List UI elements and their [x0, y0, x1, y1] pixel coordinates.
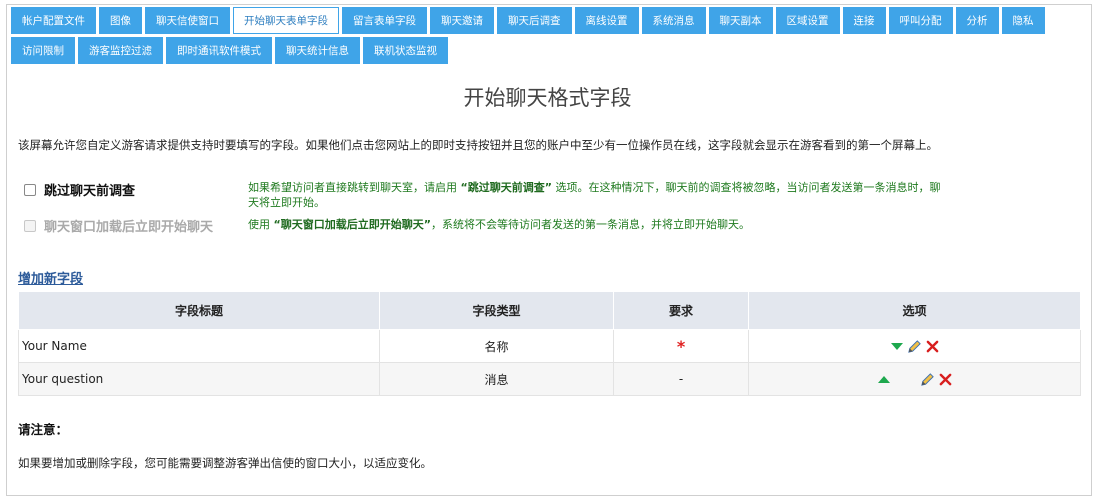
start-on-load-checkbox	[24, 219, 36, 232]
header-field-title: 字段标题	[18, 291, 380, 330]
tab-images[interactable]: 图像	[99, 7, 142, 34]
note-text: 如果要增加或删除字段，您可能需要调整游客弹出信使的窗口大小，以适应变化。	[18, 456, 432, 470]
table-header-row: 字段标题 字段类型 要求 选项	[18, 291, 1081, 330]
tab-postchat-survey[interactable]: 聊天后调查	[497, 7, 572, 34]
tab-system-messages[interactable]: 系统消息	[641, 7, 706, 34]
page-title: 开始聊天格式字段	[463, 86, 632, 110]
tab-message-fields[interactable]: 留言表单字段	[342, 7, 427, 34]
table-row: Your question 消息 -	[18, 362, 1081, 396]
delete-icon[interactable]	[939, 373, 952, 386]
settings-panel	[6, 4, 1092, 496]
start-on-load-label: 聊天窗口加载后立即开始聊天	[44, 220, 214, 235]
skip-survey-label: 跳过聊天前调查	[44, 184, 136, 199]
start-on-load-option: 聊天窗口加载后立即开始聊天	[24, 216, 213, 235]
table-row: Your Name 名称 *	[18, 329, 1081, 363]
tab-chat-stats[interactable]: 聊天统计信息	[275, 37, 360, 64]
header-required: 要求	[613, 291, 749, 330]
move-up-icon[interactable]	[877, 375, 890, 383]
options-cell	[748, 362, 1081, 396]
required-cell: -	[613, 362, 749, 396]
field-type-cell: 消息	[379, 362, 614, 396]
tab-online-monitor[interactable]: 联机状态监视	[363, 37, 448, 64]
tab-call-routing[interactable]: 呼叫分配	[888, 7, 953, 34]
tab-visitor-filter[interactable]: 游客监控过滤	[78, 37, 163, 64]
skip-survey-checkbox[interactable]	[24, 183, 36, 196]
tab-account-profile[interactable]: 帐户配置文件	[11, 7, 96, 34]
intro-text: 该屏幕允许您自定义游客请求提供支持时要填写的字段。如果他们点击您网站上的即时支持…	[18, 138, 938, 152]
required-star: *	[676, 336, 686, 356]
header-field-type: 字段类型	[379, 291, 614, 330]
fields-table: 字段标题 字段类型 要求 选项 Your Name 名称 * Your ques…	[18, 291, 1081, 396]
tab-locale-settings[interactable]: 区域设置	[775, 7, 840, 34]
pencil-icon[interactable]	[907, 339, 922, 354]
tab-offline-settings[interactable]: 离线设置	[574, 7, 639, 34]
skip-survey-option[interactable]: 跳过聊天前调查	[24, 180, 135, 199]
field-title-cell: Your question	[18, 362, 380, 396]
add-field-link[interactable]: 增加新字段	[18, 268, 83, 287]
tab-privacy[interactable]: 隐私	[1001, 7, 1045, 34]
settings-tabs: 帐户配置文件 图像 聊天信使窗口 开始聊天表单字段 留言表单字段 聊天邀请 聊天…	[11, 7, 1086, 64]
move-down-icon[interactable]	[890, 342, 903, 350]
skip-survey-help: 如果希望访问者直接跳转到聊天室，请启用 “跳过聊天前调查” 选项。在这种情况下，…	[248, 181, 941, 209]
tab-prechat-fields[interactable]: 开始聊天表单字段	[233, 7, 339, 34]
options-cell	[748, 329, 1081, 363]
header-options: 选项	[748, 291, 1081, 330]
field-title-cell: Your Name	[18, 329, 380, 363]
delete-icon[interactable]	[926, 340, 939, 353]
note-title: 请注意：	[18, 422, 69, 437]
field-type-cell: 名称	[379, 329, 614, 363]
start-on-load-help: 使用 “聊天窗口加载后立即开始聊天”，系统将不会等待访问者发送的第一条消息，并将…	[248, 218, 750, 231]
tab-analytics[interactable]: 分析	[955, 7, 999, 34]
tab-im-mode[interactable]: 即时通讯软件模式	[166, 37, 272, 64]
required-cell: *	[613, 329, 749, 363]
tab-access-restriction[interactable]: 访问限制	[11, 37, 75, 64]
tab-chat-window[interactable]: 聊天信使窗口	[145, 7, 230, 34]
tab-chat-invitation[interactable]: 聊天邀请	[430, 7, 494, 34]
tab-connection[interactable]: 连接	[842, 7, 886, 34]
pencil-icon[interactable]	[920, 372, 935, 387]
tab-chat-transcript[interactable]: 聊天副本	[708, 7, 773, 34]
